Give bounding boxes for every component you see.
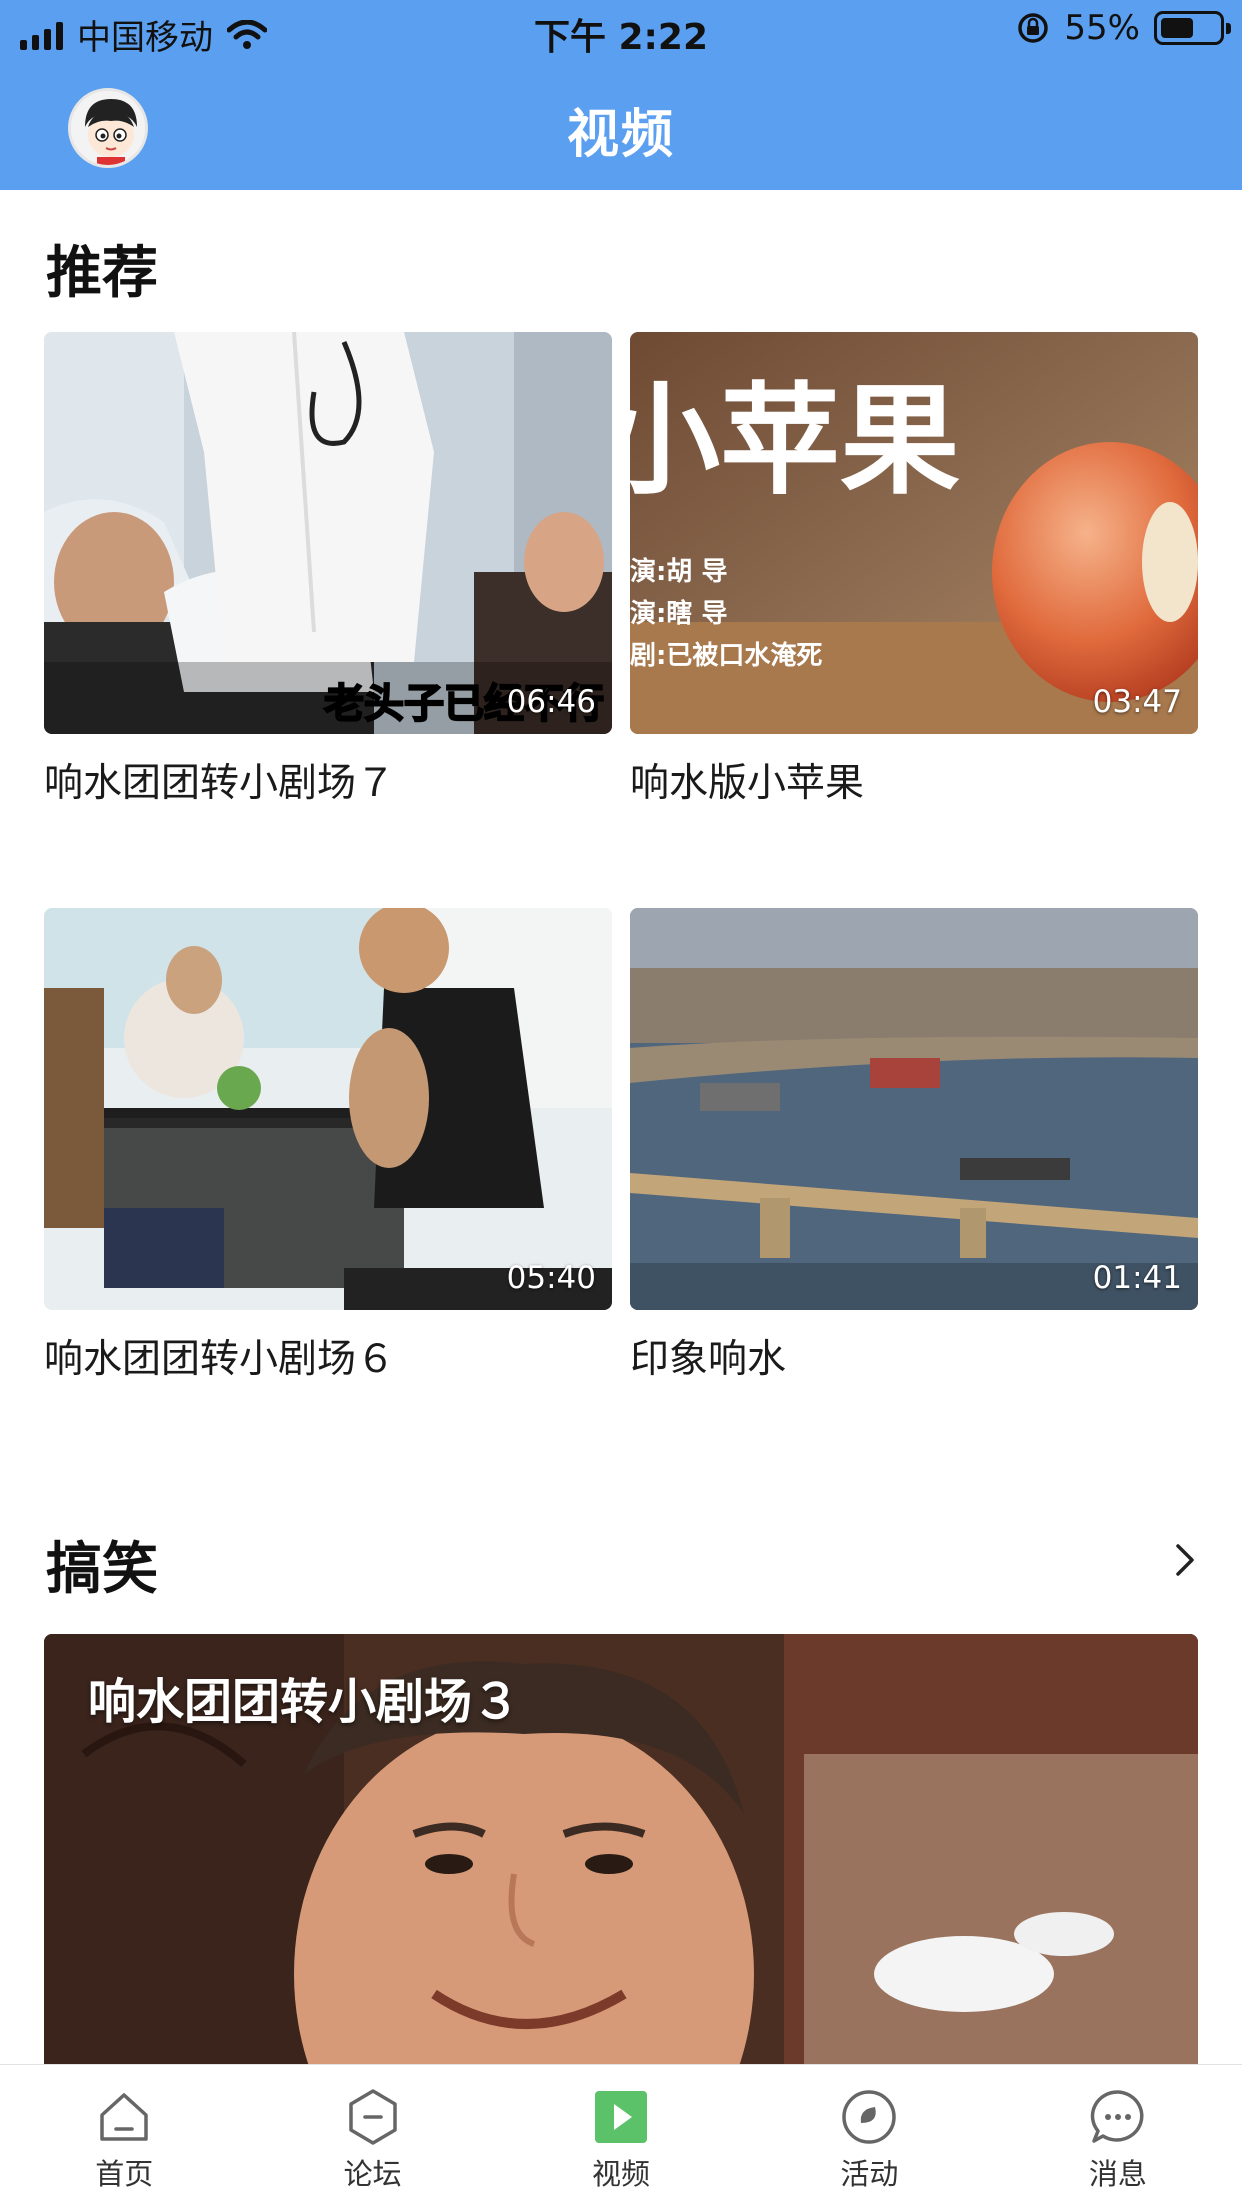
message-icon <box>1090 2090 1144 2143</box>
tab-home[interactable]: 首页 <box>0 2065 248 2208</box>
video-thumbnail[interactable]: 05:40 <box>44 908 612 1310</box>
video-duration: 03:47 <box>1092 684 1182 720</box>
activity-icon <box>842 2090 897 2144</box>
video-thumbnail[interactable]: 01:41 <box>630 908 1198 1310</box>
poster-title-text: 小苹果 <box>630 370 960 511</box>
apple-poster-image: 小苹果 演:胡 导 演:瞎 导 剧:已被口水淹死 <box>630 332 1198 734</box>
chevron-right-icon[interactable] <box>1164 1540 1204 1580</box>
video-title[interactable]: 响水团团转小剧场７ <box>44 752 612 808</box>
rotation-lock-icon <box>1018 13 1049 43</box>
featured-video-title: 响水团团转小剧场３ <box>88 1674 521 1730</box>
status-bar: 中国移动 下午 2:22 55% <box>0 0 1242 64</box>
video-card[interactable]: 小苹果 演:胡 导 演:瞎 导 剧:已被口水淹死 03:47 响水版小苹果 <box>630 332 1198 808</box>
video-duration: 05:40 <box>506 1260 596 1296</box>
tab-label: 消息 <box>1088 2157 1147 2191</box>
river-bridge-image <box>630 908 1198 1310</box>
section-title-funny: 搞笑 <box>46 1537 158 1602</box>
video-play-icon <box>595 2091 648 2143</box>
tab-label: 视频 <box>592 2157 651 2191</box>
battery-icon <box>1154 11 1231 45</box>
home-icon <box>100 2093 148 2141</box>
tab-label: 活动 <box>840 2157 899 2191</box>
tab-forum[interactable]: 论坛 <box>248 2065 496 2208</box>
video-thumbnail[interactable]: 老头子已经不行 06:46 <box>44 332 612 734</box>
poster-line: 剧:已被口水淹死 <box>630 641 822 671</box>
tab-label: 论坛 <box>343 2157 402 2191</box>
video-app-screen: 中国移动 下午 2:22 55% 视频 推荐 老头子已经不行 06:46 响水团… <box>0 0 1242 2208</box>
battery-percent: 55% <box>1064 8 1140 48</box>
tab-activity[interactable]: 活动 <box>745 2065 993 2208</box>
video-title[interactable]: 响水版小苹果 <box>630 752 1198 808</box>
video-duration: 01:41 <box>1092 1260 1182 1296</box>
video-card[interactable]: 05:40 响水团团转小剧场６ <box>44 908 612 1384</box>
video-thumbnail[interactable]: 小苹果 演:胡 导 演:瞎 导 剧:已被口水淹死 03:47 <box>630 332 1198 734</box>
nav-bar: 视频 <box>0 64 1242 190</box>
video-card[interactable]: 老头子已经不行 06:46 响水团团转小剧场７ <box>44 332 612 808</box>
bottom-tab-bar: 首页 论坛 视频 活动 消息 <box>0 2064 1242 2208</box>
restaurant-scene-image <box>44 908 612 1310</box>
video-duration: 06:46 <box>506 684 596 720</box>
poster-line: 演:瞎 导 <box>630 598 727 629</box>
tab-video[interactable]: 视频 <box>497 2065 745 2208</box>
page-title: 视频 <box>566 105 675 165</box>
tab-label: 首页 <box>95 2157 154 2191</box>
forum-icon <box>348 2089 397 2145</box>
tab-messages[interactable]: 消息 <box>994 2065 1242 2208</box>
hospital-scene-image: 老头子已经不行 <box>44 332 612 734</box>
poster-line: 演:胡 导 <box>630 556 727 587</box>
video-card[interactable]: 01:41 印象响水 <box>630 908 1198 1384</box>
section-title-recommended: 推荐 <box>46 241 158 306</box>
featured-video[interactable]: 响水团团转小剧场３ <box>44 1634 1198 2064</box>
video-title[interactable]: 印象响水 <box>630 1328 1198 1384</box>
video-title[interactable]: 响水团团转小剧场６ <box>44 1328 612 1384</box>
